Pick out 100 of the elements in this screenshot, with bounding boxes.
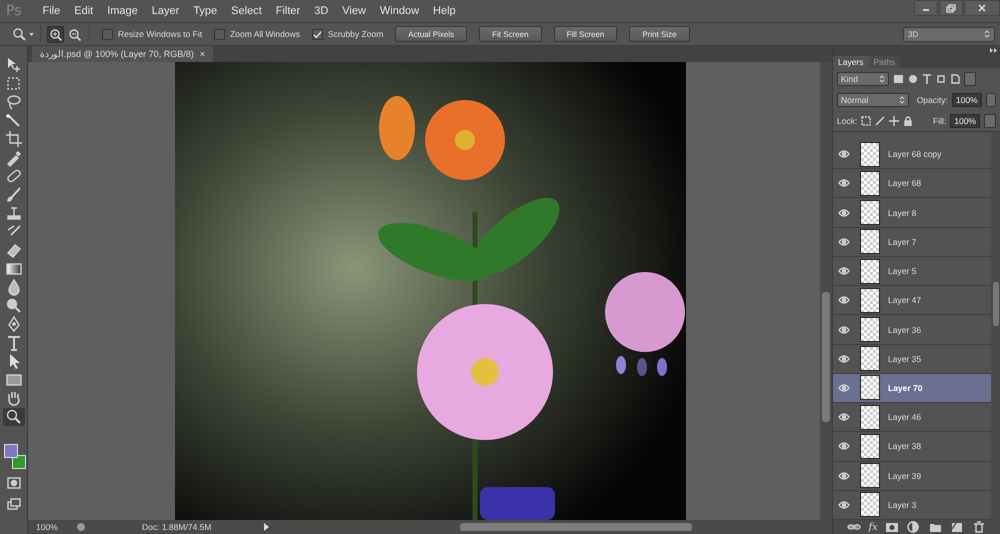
layer-name: Layer 47 — [888, 295, 922, 306]
document-tab[interactable]: الوردة.psd @ 100% (Layer 70, RGB/8) × — [32, 46, 213, 62]
close-tab-button[interactable]: × — [200, 49, 205, 59]
layer-thumbnail — [860, 170, 880, 196]
layer-row[interactable]: Layer 70 — [833, 374, 991, 404]
workspace-dropdown[interactable]: 3D — [903, 26, 995, 42]
layer-name: Layer 38 — [888, 441, 922, 452]
eye-icon[interactable] — [838, 382, 850, 393]
restore-icon — [946, 4, 956, 12]
checkbox[interactable] — [214, 28, 226, 40]
mask-icon[interactable] — [885, 521, 900, 533]
scrollbar-thumb[interactable] — [460, 523, 692, 531]
menu-item[interactable]: Type — [186, 5, 224, 17]
close-window-button[interactable] — [964, 0, 1000, 16]
option-button[interactable]: Fit Screen — [479, 26, 542, 42]
layer-name: Layer 36 — [888, 324, 922, 335]
updown-caret-icon — [984, 30, 990, 38]
option-button[interactable]: Actual Pixels — [395, 26, 468, 42]
layer-row[interactable]: Layer 8 — [833, 198, 991, 228]
shape-filter-icon[interactable] — [936, 74, 946, 84]
eye-icon[interactable] — [838, 266, 850, 276]
menu-item[interactable]: File — [36, 5, 68, 17]
menu-item[interactable]: Image — [100, 5, 145, 17]
lock-icon[interactable] — [903, 116, 914, 126]
layer-row[interactable]: Layer 46 — [833, 403, 991, 432]
opacity-label: Opacity: — [916, 94, 948, 104]
layer-row[interactable]: Layer 38 — [833, 432, 991, 462]
eye-icon[interactable] — [838, 470, 850, 481]
checkbox[interactable] — [312, 28, 324, 40]
eye-icon[interactable] — [838, 441, 850, 452]
restore-button[interactable] — [939, 0, 963, 16]
minimize-button[interactable] — [914, 0, 938, 16]
search-icon — [12, 27, 26, 41]
zoom-out-icon — [68, 28, 81, 40]
layer-thumbnail — [860, 404, 880, 430]
menu-item[interactable]: Help — [426, 5, 463, 17]
lock-pixels-icon[interactable] — [861, 116, 872, 126]
blend-mode-dropdown[interactable]: Normal — [837, 92, 909, 106]
menu-item[interactable]: Edit — [67, 5, 100, 17]
option-button[interactable]: Fill Screen — [554, 26, 618, 42]
eye-icon[interactable] — [838, 295, 850, 306]
filter-kind-dropdown[interactable]: Kind — [837, 72, 889, 86]
circle-filter-icon[interactable] — [908, 74, 918, 84]
layer-thumbnail — [860, 375, 880, 400]
eye-icon[interactable] — [838, 149, 850, 160]
layer-row[interactable]: Layer 7 — [833, 228, 991, 257]
scrollbar-thumb[interactable] — [992, 282, 998, 326]
panel-tab[interactable]: Layers — [833, 56, 869, 68]
document-filter-icon[interactable] — [950, 74, 960, 84]
layer-name: Layer 8 — [888, 208, 916, 218]
zoom-tool-button[interactable] — [2, 408, 24, 426]
opacity-field[interactable]: 100% — [952, 92, 982, 106]
menu-item[interactable]: 3D — [307, 5, 336, 17]
layer-row[interactable]: Layer 35 — [833, 344, 991, 374]
zoom-in-icon — [49, 28, 62, 40]
quick-mask-icon[interactable] — [6, 477, 20, 489]
menu-item[interactable]: Filter — [268, 5, 308, 17]
collapse-arrows-icon[interactable] — [990, 48, 997, 52]
menu-item[interactable]: Window — [372, 5, 426, 17]
layer-row[interactable]: Layer 3 — [833, 490, 991, 520]
type-filter-icon[interactable] — [922, 74, 932, 84]
layer-row[interactable]: Layer 68 — [833, 169, 991, 198]
checkbox[interactable] — [102, 28, 113, 40]
updown-caret-icon — [879, 74, 885, 82]
scrollbar-thumb[interactable] — [822, 292, 830, 422]
checkbox-label: Scrubby Zoom — [328, 29, 384, 39]
fill-field[interactable]: 100% — [950, 114, 980, 128]
zoom-in-button[interactable] — [47, 26, 64, 42]
half-circle-icon[interactable] — [907, 521, 922, 533]
layer-row[interactable]: Layer 36 — [833, 315, 991, 345]
screen-mode-icon[interactable] — [6, 498, 20, 510]
panel-tab[interactable]: Paths — [868, 56, 900, 68]
option-button[interactable]: Print Size — [629, 26, 690, 42]
eye-icon[interactable] — [838, 500, 850, 510]
layer-name: Layer 3 — [888, 500, 916, 510]
eye-icon[interactable] — [838, 208, 850, 218]
layer-row[interactable]: Layer 5 — [833, 256, 991, 286]
eye-icon[interactable] — [838, 236, 850, 247]
layer-name: Layer 7 — [888, 236, 916, 247]
eye-icon[interactable] — [838, 412, 850, 422]
layer-thumbnail — [860, 142, 880, 167]
menu-item[interactable]: Layer — [144, 5, 186, 17]
foreground-color-swatch[interactable] — [4, 444, 18, 458]
fx-button[interactable]: fx — [868, 522, 878, 532]
eye-icon[interactable] — [838, 354, 850, 364]
zoom-level[interactable]: 100% — [28, 522, 76, 532]
search-icon — [4, 408, 22, 426]
eye-icon[interactable] — [838, 178, 850, 188]
layer-name: Layer 5 — [888, 266, 916, 276]
menu-item[interactable]: Select — [224, 5, 269, 17]
layer-row[interactable]: Layer 39 — [833, 462, 991, 491]
eyedropper-icon — [4, 148, 22, 167]
trash-icon[interactable] — [972, 521, 986, 533]
triangle-icon[interactable] — [262, 522, 270, 532]
layer-row[interactable]: Layer 68 copy — [833, 140, 991, 170]
eye-icon[interactable] — [838, 324, 850, 335]
move-icon[interactable] — [889, 116, 900, 126]
filter-toggle[interactable] — [964, 72, 976, 86]
menu-item[interactable]: View — [335, 5, 373, 17]
layer-row[interactable]: Layer 47 — [833, 286, 991, 316]
